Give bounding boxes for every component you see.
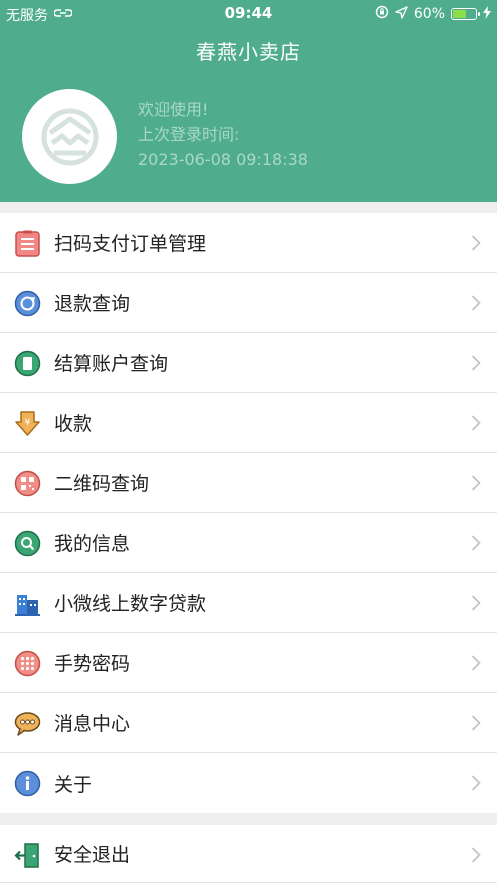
- receive-money-icon: ¥: [14, 410, 41, 437]
- last-login-time: 2023-06-08 09:18:38: [138, 150, 308, 169]
- battery-icon: [451, 8, 480, 20]
- menu-list: 扫码支付订单管理 退款查询 结算账户查询 ¥ 收款 二维码查询 我的信息 小微线…: [0, 213, 497, 813]
- menu-item-digital-loan[interactable]: 小微线上数字贷款: [0, 573, 497, 633]
- rotation-lock-icon: [375, 5, 389, 23]
- menu-item-label: 扫码支付订单管理: [54, 233, 207, 255]
- search-person-icon: [14, 530, 41, 557]
- menu-item-my-info[interactable]: 我的信息: [0, 513, 497, 573]
- chevron-right-icon: [471, 235, 481, 251]
- menu-item-settlement-account[interactable]: 结算账户查询: [0, 333, 497, 393]
- menu-item-label: 关于: [54, 773, 93, 796]
- status-bar: 无服务 09:44 60%: [0, 0, 497, 28]
- menu-item-label: 手势密码: [54, 653, 131, 675]
- chevron-right-icon: [471, 535, 481, 551]
- logout-button[interactable]: 安全退出: [0, 825, 497, 883]
- order-list-icon: [14, 230, 41, 257]
- chevron-right-icon: [471, 475, 481, 491]
- menu-item-label: 小微线上数字贷款: [54, 593, 207, 615]
- menu-item-message-center[interactable]: 消息中心: [0, 693, 497, 753]
- chevron-right-icon: [471, 655, 481, 671]
- bank-logo-icon: [41, 108, 98, 165]
- message-bubble-icon: [14, 710, 41, 737]
- welcome-text: 欢迎使用!: [138, 100, 209, 119]
- menu-item-receive-money[interactable]: ¥ 收款: [0, 393, 497, 453]
- gesture-grid-icon: [14, 650, 41, 677]
- menu-item-order-management[interactable]: 扫码支付订单管理: [0, 213, 497, 273]
- menu-item-label: 退款查询: [54, 293, 131, 315]
- exit-door-icon: [14, 842, 41, 869]
- menu-item-label: 收款: [54, 413, 93, 435]
- charging-bolt-icon: [483, 5, 491, 23]
- location-arrow-icon: [395, 5, 408, 23]
- battery-percent: 60%: [413, 6, 445, 22]
- chevron-right-icon: [471, 355, 481, 371]
- menu-item-label: 结算账户查询: [54, 353, 169, 375]
- menu-item-about[interactable]: 关于: [0, 753, 497, 813]
- chevron-right-icon: [471, 595, 481, 611]
- menu-item-label: 消息中心: [54, 713, 131, 735]
- menu-item-label: 二维码查询: [54, 473, 150, 495]
- svg-text:¥: ¥: [25, 418, 31, 428]
- page-title: 春燕小卖店: [196, 40, 301, 64]
- last-login-label: 上次登录时间:: [138, 125, 240, 144]
- refund-icon: [14, 290, 41, 317]
- chevron-right-icon: [471, 775, 481, 791]
- menu-item-refund-query[interactable]: 退款查询: [0, 273, 497, 333]
- building-loan-icon: [14, 590, 41, 617]
- chevron-right-icon: [471, 847, 481, 863]
- chevron-right-icon: [471, 415, 481, 431]
- menu-item-label: 我的信息: [54, 533, 131, 555]
- chevron-right-icon: [471, 295, 481, 311]
- logout-label: 安全退出: [54, 844, 131, 866]
- menu-item-gesture-password[interactable]: 手势密码: [0, 633, 497, 693]
- menu-item-qrcode-query[interactable]: 二维码查询: [0, 453, 497, 513]
- qrcode-icon: [14, 470, 41, 497]
- chevron-right-icon: [471, 715, 481, 731]
- header-bar: 无服务 09:44 60% 春燕小卖店 欢迎使用! 上次登录时间: 2023-0…: [0, 0, 497, 202]
- info-icon: [14, 770, 41, 797]
- welcome-block: 欢迎使用! 上次登录时间: 2023-06-08 09:18:38: [138, 97, 308, 172]
- avatar: [22, 89, 117, 184]
- account-book-icon: [14, 350, 41, 377]
